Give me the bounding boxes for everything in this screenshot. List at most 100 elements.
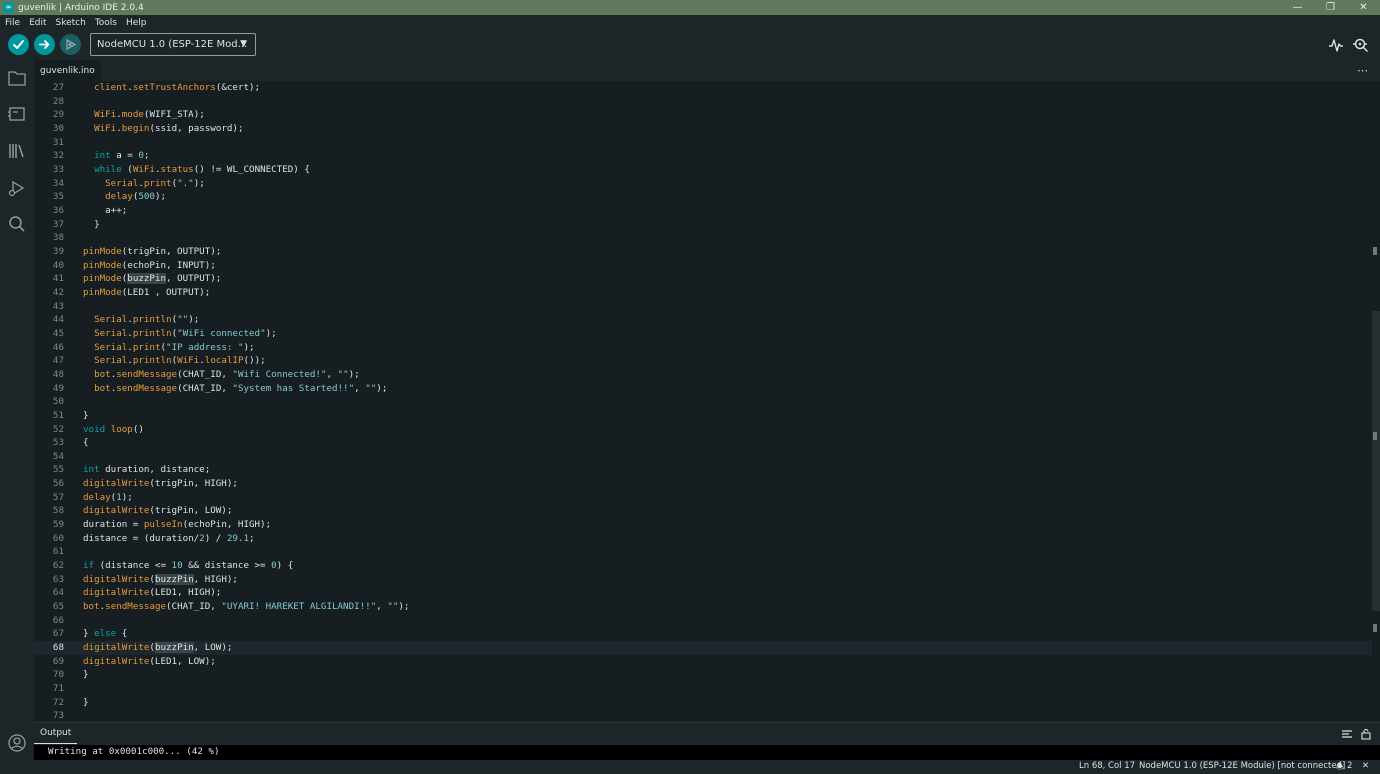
code-line[interactable]: 70} bbox=[34, 668, 1372, 682]
code-line[interactable]: 69 digitalWrite(LED1, LOW); bbox=[34, 655, 1372, 669]
clear-output-icon[interactable] bbox=[1341, 728, 1353, 740]
code-line[interactable]: 36 a++; bbox=[34, 204, 1372, 218]
code-line[interactable]: 72} bbox=[34, 696, 1372, 710]
code-line[interactable]: 54 bbox=[34, 450, 1372, 464]
code-line[interactable]: 63 digitalWrite(buzzPin, HIGH); bbox=[34, 573, 1372, 587]
code-line[interactable]: 34 Serial.print("."); bbox=[34, 177, 1372, 191]
code-line[interactable]: 50 bbox=[34, 395, 1372, 409]
code-line[interactable]: 51} bbox=[34, 409, 1372, 423]
board-selector[interactable]: NodeMCU 1.0 (ESP-12E Mod... ▼ bbox=[90, 33, 256, 56]
code-line[interactable]: 41 pinMode(buzzPin, OUTPUT); bbox=[34, 272, 1372, 286]
code-line[interactable]: 45 Serial.println("WiFi connected"); bbox=[34, 327, 1372, 341]
line-text: WiFi.begin(ssid, password); bbox=[94, 122, 244, 134]
code-line[interactable]: 57 delay(1); bbox=[34, 491, 1372, 505]
code-line[interactable]: 40 pinMode(echoPin, INPUT); bbox=[34, 259, 1372, 273]
code-line[interactable]: 49 bot.sendMessage(CHAT_ID, "System has … bbox=[34, 382, 1372, 396]
serial-plotter-icon[interactable] bbox=[1327, 36, 1345, 54]
folder-icon[interactable] bbox=[6, 67, 28, 89]
code-line[interactable]: 32 int a = 0; bbox=[34, 149, 1372, 163]
output-console: Writing at 0x0001c000... (42 %) bbox=[34, 745, 1380, 760]
code-line[interactable]: 38 bbox=[34, 231, 1372, 245]
code-line[interactable]: 47 Serial.println(WiFi.localIP()); bbox=[34, 354, 1372, 368]
menu-edit[interactable]: Edit bbox=[29, 18, 46, 28]
code-line[interactable]: 73 bbox=[34, 709, 1372, 722]
code-line[interactable]: 28 bbox=[34, 95, 1372, 109]
line-number: 36 bbox=[52, 204, 64, 216]
close-icon[interactable]: ✕ bbox=[1347, 0, 1380, 15]
status-board[interactable]: NodeMCU 1.0 (ESP-12E Module) [not connec… bbox=[1139, 761, 1345, 771]
verify-button[interactable] bbox=[8, 34, 29, 55]
code-line[interactable]: 29 WiFi.mode(WIFI_STA); bbox=[34, 108, 1372, 122]
line-text: Serial.println("WiFi connected"); bbox=[94, 327, 277, 339]
code-line[interactable]: 65 bot.sendMessage(CHAT_ID, "UYARI! HAREK… bbox=[34, 600, 1372, 614]
line-text: client.setTrustAnchors(&cert); bbox=[94, 82, 261, 93]
line-text: bot.sendMessage(CHAT_ID, "Wifi Connected… bbox=[94, 368, 360, 380]
board-manager-icon[interactable] bbox=[6, 103, 28, 125]
code-line[interactable]: 53 { bbox=[34, 436, 1372, 450]
code-line[interactable]: 48 bot.sendMessage(CHAT_ID, "Wifi Connec… bbox=[34, 368, 1372, 382]
code-line[interactable]: 39 pinMode(trigPin, OUTPUT); bbox=[34, 245, 1372, 259]
code-line[interactable]: 31 bbox=[34, 136, 1372, 150]
line-number: 53 bbox=[52, 437, 64, 449]
menu-file[interactable]: File bbox=[5, 18, 20, 28]
upload-button[interactable] bbox=[34, 34, 55, 55]
code-line[interactable]: 27 client.setTrustAnchors(&cert); bbox=[34, 81, 1372, 95]
code-line[interactable]: 62 if (distance <= 10 && distance >= 0) { bbox=[34, 559, 1372, 573]
code-line[interactable]: 61 bbox=[34, 545, 1372, 559]
board-selector-label: NodeMCU 1.0 (ESP-12E Mod... bbox=[97, 39, 248, 50]
debug-button[interactable] bbox=[60, 34, 81, 55]
line-number: 51 bbox=[52, 409, 64, 421]
output-tab[interactable]: Output bbox=[33, 728, 78, 744]
code-line[interactable]: 64 digitalWrite(LED1, HIGH); bbox=[34, 586, 1372, 600]
minimize-icon[interactable]: — bbox=[1281, 0, 1314, 15]
code-line[interactable]: 67} else { bbox=[34, 627, 1372, 641]
notification-icon[interactable]: 🕭 bbox=[1336, 761, 1344, 774]
menu-tools[interactable]: Tools bbox=[95, 18, 117, 28]
code-line[interactable]: 59 duration = pulseIn(echoPin, HIGH); bbox=[34, 518, 1372, 532]
account-icon[interactable] bbox=[6, 732, 28, 754]
code-line[interactable]: 35 delay(500); bbox=[34, 190, 1372, 204]
line-number: 58 bbox=[52, 505, 64, 517]
code-line[interactable]: 42 pinMode(LED1 , OUTPUT); bbox=[34, 286, 1372, 300]
code-line[interactable]: 56 digitalWrite(trigPin, HIGH); bbox=[34, 477, 1372, 491]
code-line[interactable]: 71 bbox=[34, 682, 1372, 696]
serial-monitor-icon[interactable] bbox=[1352, 36, 1370, 54]
line-number: 43 bbox=[52, 300, 64, 312]
line-number: 35 bbox=[52, 191, 64, 203]
line-text: WiFi.mode(WIFI_STA); bbox=[94, 109, 205, 121]
tab-guvenlik-ino[interactable]: guvenlik.ino bbox=[34, 60, 101, 81]
line-number: 59 bbox=[52, 519, 64, 531]
restore-icon[interactable]: ❐ bbox=[1314, 0, 1347, 15]
code-line[interactable]: 60 distance = (duration/2) / 29.1; bbox=[34, 532, 1372, 546]
menu-sketch[interactable]: Sketch bbox=[56, 18, 86, 28]
code-line[interactable]: 58 digitalWrite(trigPin, LOW); bbox=[34, 504, 1372, 518]
library-icon[interactable] bbox=[6, 140, 28, 162]
line-text: } bbox=[83, 218, 100, 230]
code-line[interactable]: 30 WiFi.begin(ssid, password); bbox=[34, 122, 1372, 136]
menu-help[interactable]: Help bbox=[126, 18, 147, 28]
code-line[interactable]: 37 } bbox=[34, 218, 1372, 232]
more-actions-icon[interactable]: ⋯ bbox=[1357, 60, 1368, 81]
line-number: 41 bbox=[52, 273, 64, 285]
code-line[interactable]: 46 Serial.print("IP address: "); bbox=[34, 341, 1372, 355]
close-icon[interactable]: ✕ bbox=[1362, 761, 1369, 771]
code-editor[interactable]: 27 client.setTrustAnchors(&cert); 28 29 Wi… bbox=[34, 81, 1380, 722]
code-line[interactable]: 55 int duration, distance; bbox=[34, 463, 1372, 477]
line-text: pinMode(LED1 , OUTPUT); bbox=[83, 286, 211, 298]
line-number: 57 bbox=[52, 491, 64, 503]
lock-icon[interactable] bbox=[1360, 728, 1372, 740]
line-number: 64 bbox=[52, 587, 64, 599]
cursor-position[interactable]: Ln 68, Col 17 bbox=[1079, 761, 1135, 771]
search-icon[interactable] bbox=[6, 213, 28, 235]
code-line[interactable]: 33 while (WiFi.status() != WL_CONNECTED)… bbox=[34, 163, 1372, 177]
debug-icon bbox=[66, 38, 77, 51]
code-line[interactable]: 66 bbox=[34, 614, 1372, 628]
line-text: bot.sendMessage(CHAT_ID, "System has Sta… bbox=[94, 382, 388, 394]
line-number: 70 bbox=[52, 669, 64, 681]
code-line[interactable]: 52 void loop() bbox=[34, 423, 1372, 437]
code-line[interactable]: 44 Serial.println(""); bbox=[34, 313, 1372, 327]
window-controls: — ❐ ✕ bbox=[1281, 0, 1380, 15]
code-line[interactable]: 43 bbox=[34, 300, 1372, 314]
debug-run-icon[interactable] bbox=[6, 177, 28, 199]
code-line[interactable]: 68 digitalWrite(buzzPin, LOW); bbox=[34, 641, 1372, 655]
